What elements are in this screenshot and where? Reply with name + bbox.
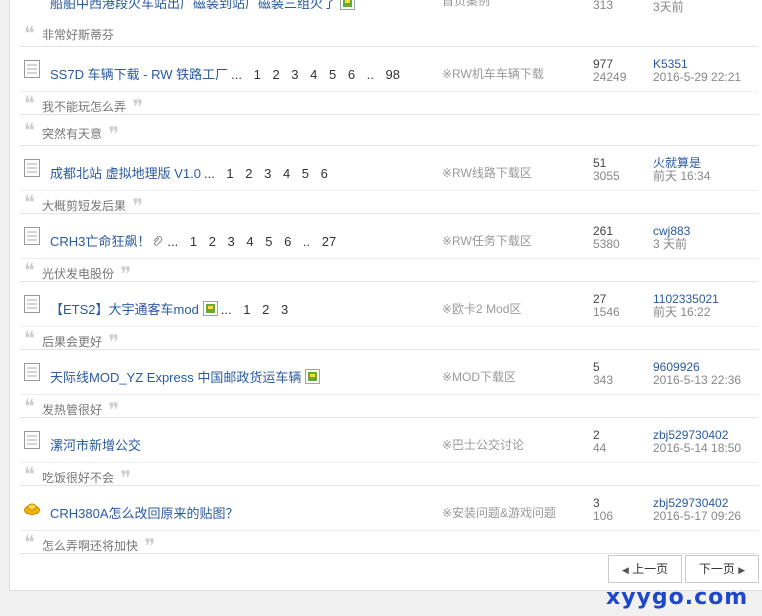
thread-stats: 261 5380: [593, 224, 620, 251]
quote-open-icon: ❝: [24, 21, 35, 45]
thread-row: CRH380A怎么改回原来的贴图？ ※安装问题&游戏问题 3 106 zbj529…: [20, 486, 758, 530]
thread-list: 船舶中西港段火车站出厂磁装到站厂磁装三组火了 首页案例 313 3天前 ❝ 非常…: [20, 0, 758, 556]
doc-icon: [24, 227, 40, 245]
thread-row: 天际线MOD_YZ Express 中国邮政货运车辆 ※MOD下载区 5 343 …: [20, 350, 758, 394]
doc-icon: [24, 363, 40, 381]
list-item: 船舶中西港段火车站出厂磁装到站厂磁装三组火了 首页案例 313 3天前 ❝ 非常…: [20, 0, 758, 47]
next-page-button[interactable]: 下一页 ▶: [685, 555, 759, 583]
thread-preview: ❝ 光伏发电股份 ❞: [20, 258, 758, 284]
thread-stats: 2 44: [593, 428, 607, 455]
last-post: cwj883 3 天前: [653, 224, 691, 251]
quote-open-icon: ❝: [24, 462, 35, 486]
prev-page-button[interactable]: ◀ 上一页: [608, 555, 682, 583]
quote-close-icon: ❞: [138, 534, 156, 558]
image-attachment-icon: [202, 301, 218, 316]
thread-title[interactable]: 天际线MOD_YZ Express 中国邮政货运车辆: [50, 367, 321, 386]
page-links[interactable]: ... 1 2 3 4 5 6 .. 98: [231, 67, 400, 82]
doc-icon: [24, 295, 40, 313]
thread-row: SS7D 车辆下载 - RW 铁路工厂... 1 2 3 4 5 6 .. 98…: [20, 47, 758, 91]
thread-preview: ❝ 非常好斯蒂芬: [24, 21, 115, 45]
forum-name[interactable]: 首页案例: [442, 0, 490, 9]
thread-preview: ❝ 怎么弄啊还将加快 ❞: [20, 530, 758, 556]
doc-icon: [24, 431, 40, 449]
thread-preview: ❝ 大概剪短发后果 ❞: [20, 190, 758, 216]
thread-title[interactable]: 成都北站 虚拟地理版 V1.0... 1 2 3 4 5 6: [50, 163, 328, 182]
paperclip-icon: [153, 236, 163, 246]
thread-title[interactable]: CRH380A怎么改回原来的贴图？: [50, 503, 239, 522]
list-item: 【ETS2】大宇通客车mod... 1 2 3 ※欧卡2 Mod区 27 1546…: [20, 282, 758, 352]
chevron-left-icon: ◀: [621, 565, 629, 575]
page-links[interactable]: ... 1 2 3 4 5 6 .. 27: [167, 234, 336, 249]
site-watermark: xyygo.com: [606, 585, 749, 610]
view-count: 313: [593, 0, 614, 12]
quote-open-icon: ❝: [24, 118, 35, 142]
thread-row: CRH3亡命狂飙！... 1 2 3 4 5 6 .. 27 ※RW任务下载区 …: [20, 214, 758, 258]
thread-stats: 51 3055: [593, 156, 620, 183]
thread-row: 【ETS2】大宇通客车mod... 1 2 3 ※欧卡2 Mod区 27 1546…: [20, 282, 758, 326]
list-item: 漯河市新增公交 ※巴士公交讨论 2 44 zbj529730402 2016-5-1…: [20, 418, 758, 488]
quote-open-icon: ❝: [24, 530, 35, 554]
quote-open-icon: ❝: [24, 394, 35, 418]
image-attachment-icon: [340, 0, 356, 10]
thread-title[interactable]: 船舶中西港段火车站出厂磁装到站厂磁装三组火了: [50, 0, 356, 12]
list-item: 天际线MOD_YZ Express 中国邮政货运车辆 ※MOD下载区 5 343 …: [20, 350, 758, 420]
thread-row: 成都北站 虚拟地理版 V1.0... 1 2 3 4 5 6 ※RW线路下载区 …: [20, 146, 758, 190]
last-post: zbj529730402 2016-5-14 18:50: [653, 428, 742, 455]
forum-name[interactable]: ※RW机车车辆下载: [442, 65, 544, 82]
forum-name[interactable]: ※巴士公交讨论: [442, 436, 524, 453]
thread-title[interactable]: 漯河市新增公交: [50, 435, 141, 454]
thread-preview: ❝ 吃饭很好不会 ❞: [20, 462, 758, 488]
forum-name[interactable]: ※安装问题&游戏问题: [442, 504, 556, 521]
page-links[interactable]: ... 1 2 3 4 5 6: [204, 166, 328, 181]
thread-row: 漯河市新增公交 ※巴士公交讨论 2 44 zbj529730402 2016-5-1…: [20, 418, 758, 462]
last-post: 9609926 2016-5-13 22:36: [653, 360, 742, 387]
forum-name[interactable]: ※MOD下载区: [442, 368, 516, 385]
quote-open-icon: ❝: [24, 258, 35, 282]
thread-preview: ❝ 发热管很好 ❞: [20, 394, 758, 420]
thread-title[interactable]: 【ETS2】大宇通客车mod... 1 2 3: [50, 299, 288, 318]
thread-title[interactable]: CRH3亡命狂飙！... 1 2 3 4 5 6 .. 27: [50, 231, 336, 250]
thread-preview: ❝ 后果会更好 ❞: [20, 326, 758, 352]
thread-stats: 3 106: [593, 496, 614, 523]
forum-name[interactable]: ※欧卡2 Mod区: [442, 300, 521, 317]
image-attachment-icon: [305, 369, 321, 384]
list-item: 成都北站 虚拟地理版 V1.0... 1 2 3 4 5 6 ※RW线路下载区 …: [20, 146, 758, 216]
doc-icon: [24, 60, 40, 78]
last-post-time: 3天前: [653, 0, 684, 14]
last-post: K5351 2016-5-29 22:21: [653, 57, 742, 84]
list-item: ❝ 突然有天意 ❞: [20, 115, 758, 146]
thread-title[interactable]: SS7D 车辆下载 - RW 铁路工厂... 1 2 3 4 5 6 .. 98: [50, 64, 400, 83]
forum-name[interactable]: ※RW任务下载区: [442, 232, 532, 249]
thread-preview: ❝ 突然有天意 ❞: [24, 118, 120, 146]
thread-preview: ❝ 我不能玩怎么弄 ❞: [20, 91, 758, 117]
thread-stats: 977 24249: [593, 57, 627, 84]
last-post: 火就算是 前天 16:34: [653, 156, 711, 183]
quote-open-icon: ❝: [24, 190, 35, 214]
list-item: CRH3亡命狂飙！... 1 2 3 4 5 6 .. 27 ※RW任务下载区 …: [20, 214, 758, 284]
forum-name[interactable]: ※RW线路下载区: [442, 164, 532, 181]
chevron-right-icon: ▶: [738, 565, 746, 575]
gold-ingot-icon: [24, 503, 40, 515]
last-post: zbj529730402 2016-5-17 09:26: [653, 496, 742, 523]
list-item: SS7D 车辆下载 - RW 铁路工厂... 1 2 3 4 5 6 .. 98…: [20, 47, 758, 117]
quote-open-icon: ❝: [24, 326, 35, 350]
last-post: 1102335021 前天 16:22: [653, 292, 719, 319]
thread-stats: 5 343: [593, 360, 614, 387]
doc-icon: [24, 159, 40, 177]
page-links[interactable]: ... 1 2 3: [221, 302, 288, 317]
list-item: CRH380A怎么改回原来的贴图？ ※安装问题&游戏问题 3 106 zbj529…: [20, 486, 758, 556]
thread-stats: 27 1546: [593, 292, 620, 319]
quote-close-icon: ❞: [102, 122, 120, 146]
quote-open-icon: ❝: [24, 91, 35, 115]
